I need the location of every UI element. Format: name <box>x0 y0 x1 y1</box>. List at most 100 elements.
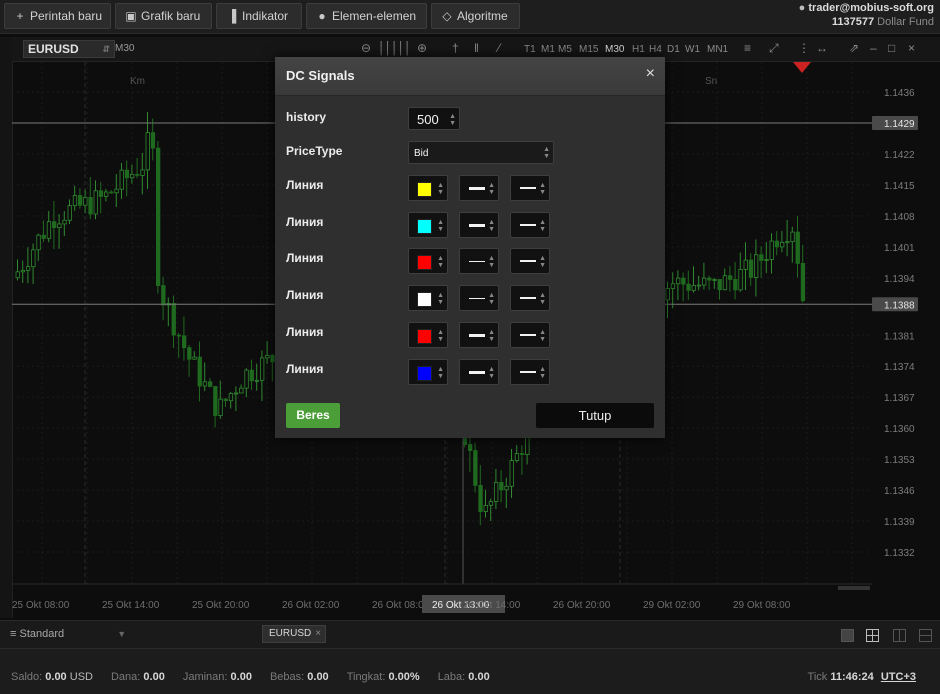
line-width-select[interactable]: ▲ ▼ <box>459 359 499 385</box>
ok-button[interactable]: Beres <box>286 403 340 428</box>
line-style-select[interactable]: ▲ ▼ <box>510 322 550 348</box>
line-width-select[interactable]: ▲ ▼ <box>459 212 499 238</box>
candle-body <box>519 453 525 455</box>
line-color-picker[interactable]: ▲ ▼ <box>408 175 448 201</box>
candle-body <box>728 275 733 280</box>
timezone-link[interactable]: UTC+3 <box>881 671 916 683</box>
timeframe-mn1[interactable]: MN1 <box>707 44 728 55</box>
detach-icon[interactable]: ⇗ <box>849 41 859 55</box>
layout-single-icon[interactable] <box>841 629 854 642</box>
new-chart-button[interactable]: ▣ Grafik baru <box>115 3 212 29</box>
algorithm-button[interactable]: ◇ Algoritme <box>431 3 520 29</box>
line-style-select[interactable]: ▲ ▼ <box>510 175 550 201</box>
maximize-icon[interactable]: □ <box>888 41 895 55</box>
close-button[interactable]: Tutup <box>536 403 654 428</box>
candle-body <box>785 241 790 244</box>
vertical-menu-icon[interactable]: ⋮ <box>798 41 810 55</box>
line-color-picker[interactable]: ▲ ▼ <box>408 359 448 385</box>
new-order-button[interactable]: + Perintah baru <box>4 3 111 29</box>
candle-body <box>57 223 62 229</box>
line-width-icon <box>469 298 485 299</box>
price-tick-label: 1.1394 <box>884 274 915 285</box>
timeframe-d1[interactable]: D1 <box>667 44 680 55</box>
line-style-select[interactable]: ▲ ▼ <box>510 285 550 311</box>
timeframe-m15[interactable]: M15 <box>579 44 598 55</box>
line-width-icon <box>469 224 485 227</box>
time-tick-label: 26 Okt 02:00 <box>282 600 340 611</box>
candle-body <box>800 263 806 302</box>
plus-icon: + <box>16 9 24 23</box>
candle-body <box>109 191 114 194</box>
minimize-icon[interactable]: – <box>870 41 877 55</box>
status-item: Bebas: 0.00 <box>270 671 329 683</box>
timeframe-w1[interactable]: W1 <box>685 44 700 55</box>
dialog-title: DC Signals <box>286 68 355 83</box>
time-tick-label: 29 Okt 02:00 <box>643 600 701 611</box>
candle-body <box>696 284 702 287</box>
candle-body <box>202 381 208 387</box>
price-tick-label: 1.1360 <box>884 424 915 435</box>
line-color-picker[interactable]: ▲ ▼ <box>408 248 448 274</box>
line-style-select[interactable]: ▲ ▼ <box>510 359 550 385</box>
line-width-select[interactable]: ▲ ▼ <box>459 285 499 311</box>
layout-select[interactable]: ≡ Standard ▼ <box>10 628 126 640</box>
timeframe-m30[interactable]: M30 <box>605 44 624 55</box>
candle-body <box>504 485 509 491</box>
spinner-icon: ▲ ▼ <box>539 182 546 196</box>
line-tool-icon[interactable]: ⁄ <box>498 41 500 55</box>
status-value: 0.00 <box>143 671 165 683</box>
layout-grid-icon[interactable] <box>866 629 879 642</box>
line-style-select[interactable]: ▲ ▼ <box>510 212 550 238</box>
timeframe-m1[interactable]: M1 <box>541 44 555 55</box>
zoom-out-icon[interactable]: ⊖ <box>361 41 371 55</box>
timeframe-m5[interactable]: M5 <box>558 44 572 55</box>
scrollbar-thumb <box>838 586 870 590</box>
line-width-select[interactable]: ▲ ▼ <box>459 248 499 274</box>
indicator-button[interactable]: ▐ Indikator <box>216 3 302 29</box>
close-icon[interactable]: × <box>315 628 321 639</box>
candle-body <box>514 453 520 462</box>
resize-icon[interactable]: ⤢ <box>769 41 779 56</box>
elements-button[interactable]: ● Elemen-elemen <box>306 3 427 29</box>
spinner-icon: ▲ ▼ <box>449 113 456 127</box>
timeframe-h4[interactable]: H4 <box>649 44 662 55</box>
candle-body <box>31 249 36 268</box>
timeframe-h1[interactable]: H1 <box>632 44 645 55</box>
horizontal-arrows-icon[interactable]: ↔ <box>816 41 828 55</box>
bars-tool-icon[interactable]: ‖ <box>474 41 479 55</box>
layout-columns-icon[interactable] <box>893 629 906 642</box>
candle-body <box>795 231 800 264</box>
tab-eurusd[interactable]: EURUSD × <box>262 625 327 643</box>
line-width-select[interactable]: ▲ ▼ <box>459 175 499 201</box>
candle-body <box>244 369 249 389</box>
layout-split-icon[interactable] <box>919 629 932 642</box>
close-icon[interactable]: × <box>646 65 655 83</box>
status-value: 0.00 <box>468 671 490 683</box>
account-info[interactable]: ● trader@mobius-soft.org 1137577 Dollar … <box>799 1 934 29</box>
tick-time: 11:46:24 <box>830 671 874 683</box>
price-tick-label: 1.1415 <box>884 181 915 192</box>
zoom-slider[interactable]: │││││ <box>378 41 411 55</box>
line-width-select[interactable]: ▲ ▼ <box>459 322 499 348</box>
line-width-icon <box>469 187 485 190</box>
pricetype-select[interactable]: Bid ▲ ▼ <box>408 141 554 164</box>
zoom-in-icon[interactable]: ⊕ <box>417 41 427 55</box>
crosshair-tool-icon[interactable]: † <box>452 41 459 55</box>
timeframe-t1[interactable]: T1 <box>524 44 536 55</box>
line-label: Линия <box>286 215 324 229</box>
price-tick-label: 1.1408 <box>884 212 915 223</box>
line-color-picker[interactable]: ▲ ▼ <box>408 285 448 311</box>
history-input[interactable]: 500 ▲ ▼ <box>408 107 460 130</box>
spinner-icon: ▲ ▼ <box>488 182 495 196</box>
line-color-picker[interactable]: ▲ ▼ <box>408 322 448 348</box>
time-tick-label: 25 Okt 14:00 <box>102 600 160 611</box>
close-chart-icon[interactable]: × <box>908 41 915 55</box>
candle-body <box>665 288 670 301</box>
symbol-select[interactable]: EURUSD ⇵ <box>23 40 115 58</box>
symbol-value: EURUSD <box>28 42 79 56</box>
drawing-tools-icon[interactable]: ≡ <box>744 41 751 55</box>
candle-body <box>98 190 104 197</box>
line-style-select[interactable]: ▲ ▼ <box>510 248 550 274</box>
color-swatch <box>417 292 432 307</box>
line-color-picker[interactable]: ▲ ▼ <box>408 212 448 238</box>
